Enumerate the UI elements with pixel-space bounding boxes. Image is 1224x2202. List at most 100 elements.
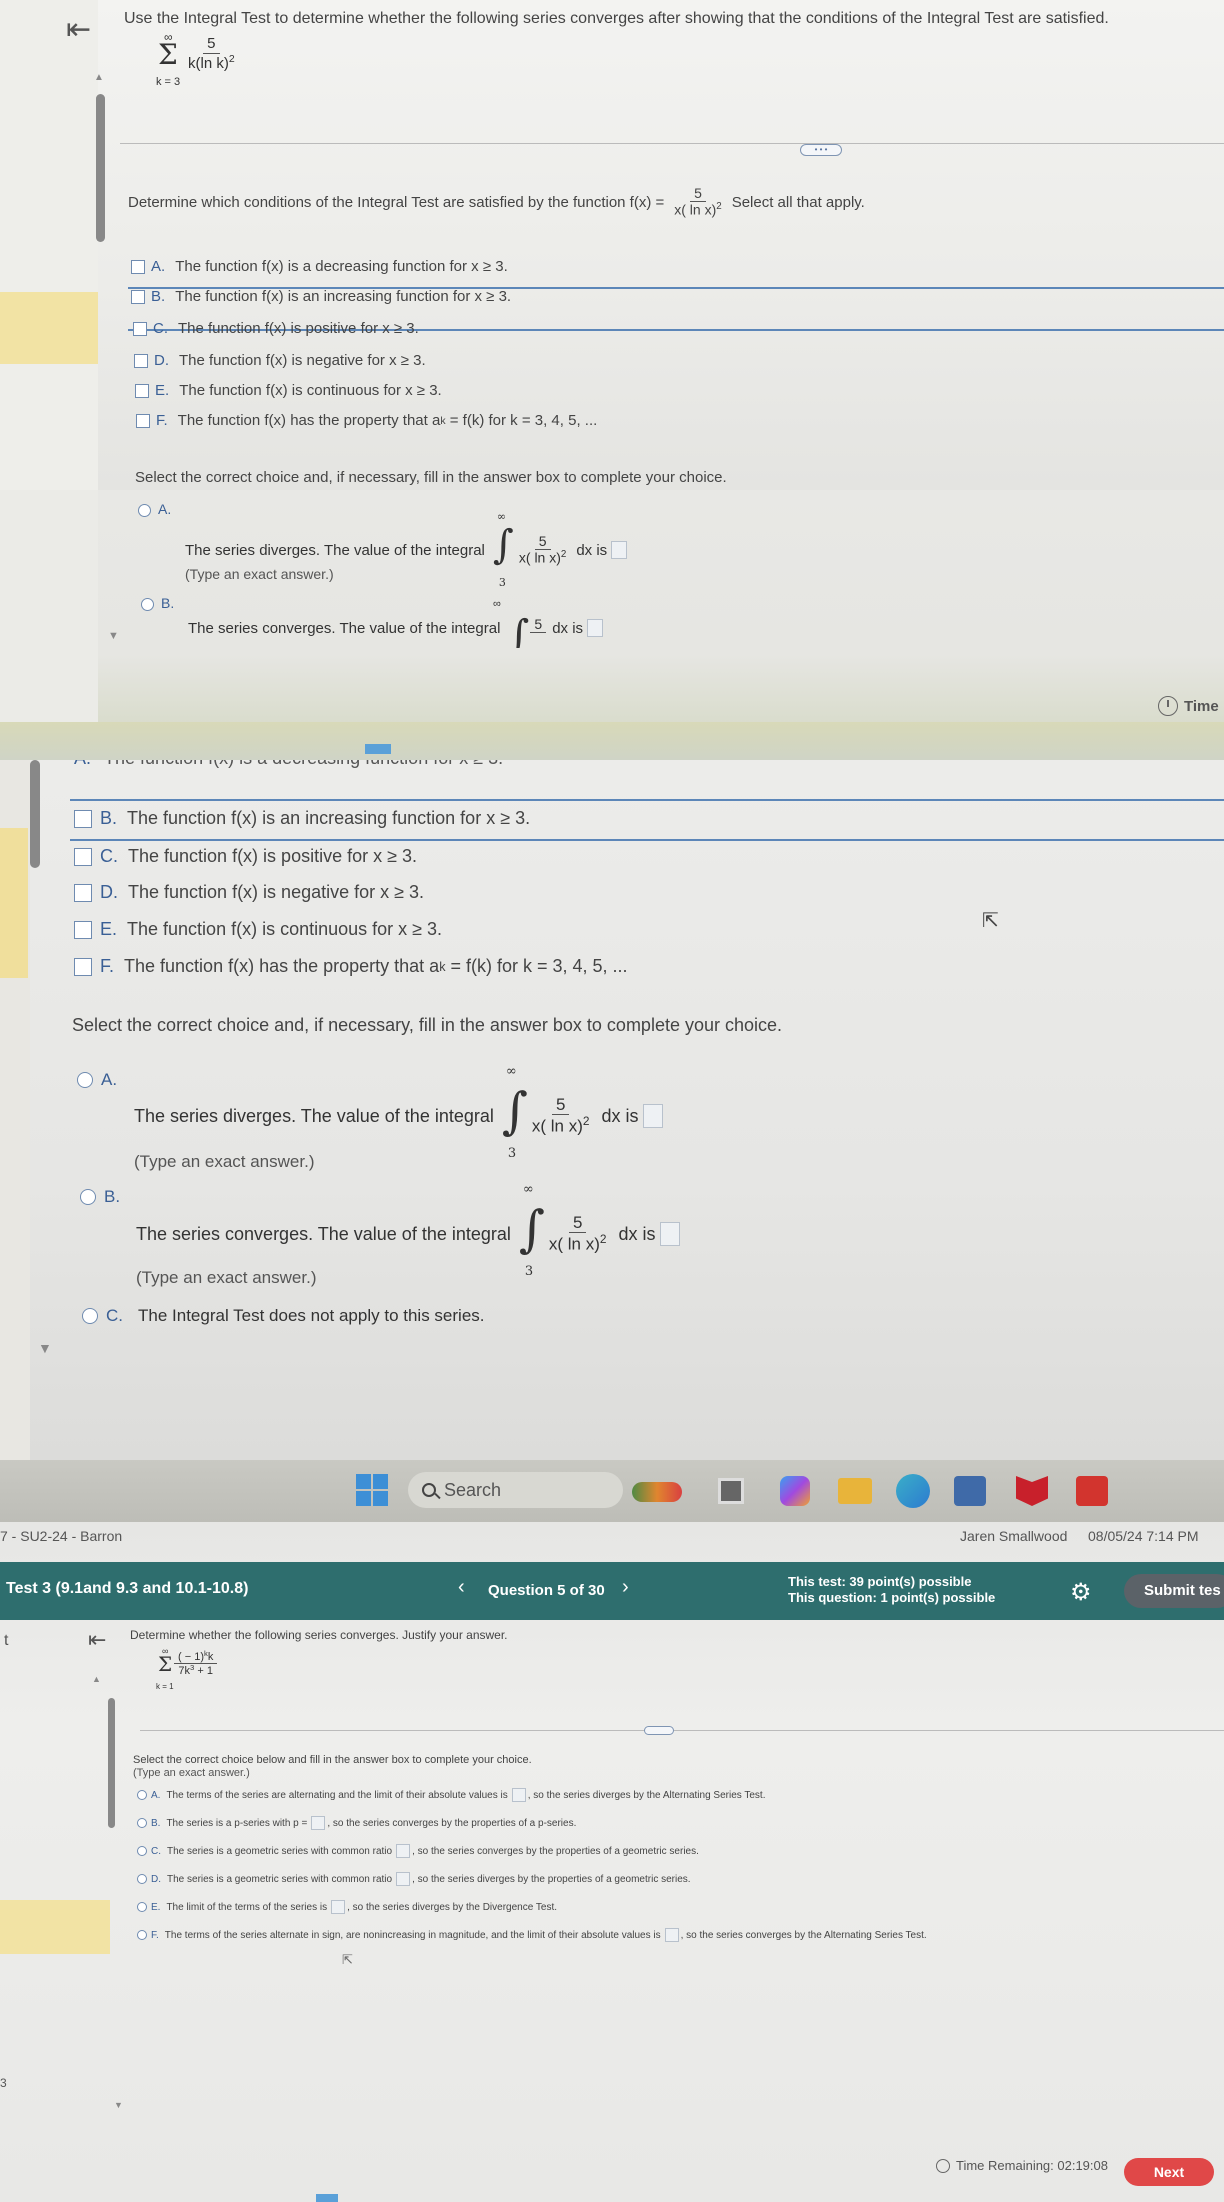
condition-checkbox[interactable]: [74, 883, 92, 902]
condition-letter: B.: [151, 288, 166, 305]
condition-checkbox[interactable]: [74, 920, 92, 939]
choice-b-radio[interactable]: [141, 596, 154, 614]
prev-question-button[interactable]: ‹: [458, 1576, 465, 1599]
option-radio[interactable]: [137, 1846, 147, 1856]
condition-f[interactable]: F. The function f(x) has the property tha…: [136, 412, 597, 429]
option-answer-box[interactable]: [396, 1844, 411, 1858]
condition-text: The function f(x) is an increasing funct…: [127, 808, 531, 828]
option-text: The series is a p-series with p =: [166, 1817, 308, 1829]
fx-fraction: 5 x( ln x)2: [670, 185, 725, 218]
mouse-cursor-icon: ⇱: [982, 910, 999, 932]
condition-d-2[interactable]: D. The function f(x) is negative for x ≥ …: [74, 882, 424, 903]
option-radio[interactable]: [137, 1930, 147, 1940]
condition-f-2[interactable]: F. The function f(x) has the property tha…: [74, 956, 628, 977]
condition-checkbox[interactable]: [74, 847, 92, 866]
integral-numerator-2: 5: [551, 1095, 570, 1116]
series-expression-3: ∞ Σ k = 1 ( − 1)kk 7k3 + 1: [156, 1646, 276, 1696]
condition-c[interactable]: C. The function f(x) is positive for x ≥ …: [133, 320, 419, 337]
more-button[interactable]: • • •: [800, 144, 842, 156]
news-widget-icon[interactable]: [632, 1482, 682, 1502]
option-c[interactable]: C. The series is a geometric series with …: [137, 1844, 699, 1858]
next-question-button[interactable]: ›: [622, 1576, 629, 1599]
option-answer-box[interactable]: [396, 1872, 411, 1886]
scroll-down-icon[interactable]: ▼: [108, 630, 119, 642]
integral-exponent: 2: [560, 549, 567, 561]
more-button-3[interactable]: [644, 1726, 674, 1735]
option-a[interactable]: A. The terms of the series are alternatin…: [137, 1788, 765, 1802]
choice-b-answer-box[interactable]: [587, 619, 604, 637]
option-letter: A.: [151, 1789, 161, 1801]
photo-1-lower: ▼ A. The series diverges. The value of t…: [0, 490, 1224, 725]
mcafee-icon[interactable]: [1016, 1476, 1048, 1506]
condition-b-2[interactable]: B. The function f(x) is an increasing fun…: [74, 808, 530, 829]
option-e[interactable]: E. The limit of the terms of the series i…: [137, 1900, 557, 1914]
condition-letter: F.: [100, 956, 115, 976]
scroll-up-icon[interactable]: ▲: [94, 72, 104, 83]
condition-checkbox[interactable]: [131, 289, 145, 304]
series-denominator: k(ln k): [188, 54, 229, 72]
option-f[interactable]: F. The terms of the series alternate in s…: [137, 1928, 927, 1942]
taskbar-search-box[interactable]: Search: [408, 1472, 623, 1508]
condition-letter: E.: [155, 382, 170, 399]
scroll-down-icon-3[interactable]: ▼: [114, 2100, 123, 2110]
series-num-tail-3: k: [207, 1651, 214, 1664]
submit-test-button[interactable]: Submit tes: [1124, 1574, 1224, 1608]
condition-d[interactable]: D. The function f(x) is negative for x ≥ …: [134, 352, 426, 369]
option-radio[interactable]: [137, 1818, 147, 1828]
option-letter: D.: [151, 1873, 161, 1885]
scroll-down-icon-2[interactable]: ▼: [38, 1340, 52, 1356]
choice-b-letter: B.: [161, 595, 175, 611]
condition-b[interactable]: B. The function f(x) is an increasing fun…: [131, 288, 511, 305]
time-button[interactable]: Time: [1158, 696, 1219, 716]
collapse-icon[interactable]: ⇤: [66, 12, 91, 47]
task-view-icon[interactable]: [718, 1478, 744, 1504]
option-answer-box[interactable]: [331, 1900, 346, 1914]
option-radio[interactable]: [137, 1902, 147, 1912]
condition-e[interactable]: E. The function f(x) is continuous for x …: [135, 382, 442, 399]
windows-start-icon[interactable]: [356, 1474, 388, 1506]
condition-checkbox[interactable]: [135, 383, 149, 398]
choice-prompt: Select the correct choice and, if necess…: [135, 469, 727, 486]
option-answer-box[interactable]: [311, 1816, 326, 1830]
next-button[interactable]: Next: [1124, 2158, 1214, 2186]
option-answer-box[interactable]: [664, 1928, 679, 1942]
condition-a[interactable]: A. The function f(x) is a decreasing func…: [131, 258, 508, 275]
scrollbar-thumb[interactable]: [96, 94, 105, 242]
settings-gear-icon[interactable]: ⚙: [1070, 1578, 1092, 1606]
cut-condition-a: A. The function f(x) is a decreasing fun…: [74, 760, 503, 768]
choice-a-radio-2[interactable]: [77, 1071, 93, 1089]
integral-b-upper: ∞: [493, 598, 501, 610]
choice-a-answer-box[interactable]: [611, 541, 628, 559]
option-radio[interactable]: [137, 1790, 147, 1800]
condition-checkbox[interactable]: [133, 321, 147, 336]
condition-checkbox[interactable]: [74, 809, 92, 828]
choice-a-radio[interactable]: [138, 502, 151, 520]
condition-checkbox[interactable]: [131, 259, 145, 274]
collapse-icon-3[interactable]: ⇤: [88, 1628, 106, 1653]
choice-b-text: The series converges. The value of the i…: [188, 608, 604, 648]
file-explorer-icon[interactable]: [838, 1478, 872, 1504]
condition-checkbox[interactable]: [136, 413, 150, 428]
acrobat-icon[interactable]: [1076, 1476, 1108, 1506]
condition-checkbox[interactable]: [74, 957, 92, 976]
option-d[interactable]: D. The series is a geometric series with …: [137, 1872, 691, 1886]
condition-checkbox[interactable]: [134, 353, 148, 368]
option-answer-box[interactable]: [511, 1788, 526, 1802]
scrollbar-thumb-3[interactable]: [108, 1698, 115, 1828]
store-icon[interactable]: [954, 1476, 986, 1506]
condition-letter: E.: [100, 919, 118, 939]
choice-b-radio-2[interactable]: [80, 1188, 96, 1206]
option-b[interactable]: B. The series is a p-series with p = , so …: [137, 1816, 576, 1830]
choice-c-radio-2[interactable]: [82, 1307, 98, 1325]
scroll-up-icon-3[interactable]: ▲: [92, 1674, 101, 1684]
scrollbar-thumb-2[interactable]: [30, 760, 40, 868]
choice-a-answer-box-2[interactable]: [642, 1104, 663, 1128]
integral-lower: 3: [498, 576, 506, 589]
edge-icon[interactable]: [896, 1474, 930, 1508]
choice-b-answer-box-2[interactable]: [659, 1222, 680, 1246]
photo-1-bottom-edge: [0, 722, 1224, 760]
copilot-icon[interactable]: [780, 1476, 810, 1506]
option-radio[interactable]: [137, 1874, 147, 1884]
condition-e-2[interactable]: E. The function f(x) is continuous for x …: [74, 919, 442, 940]
condition-c-2[interactable]: C. The function f(x) is positive for x ≥ …: [74, 846, 417, 867]
